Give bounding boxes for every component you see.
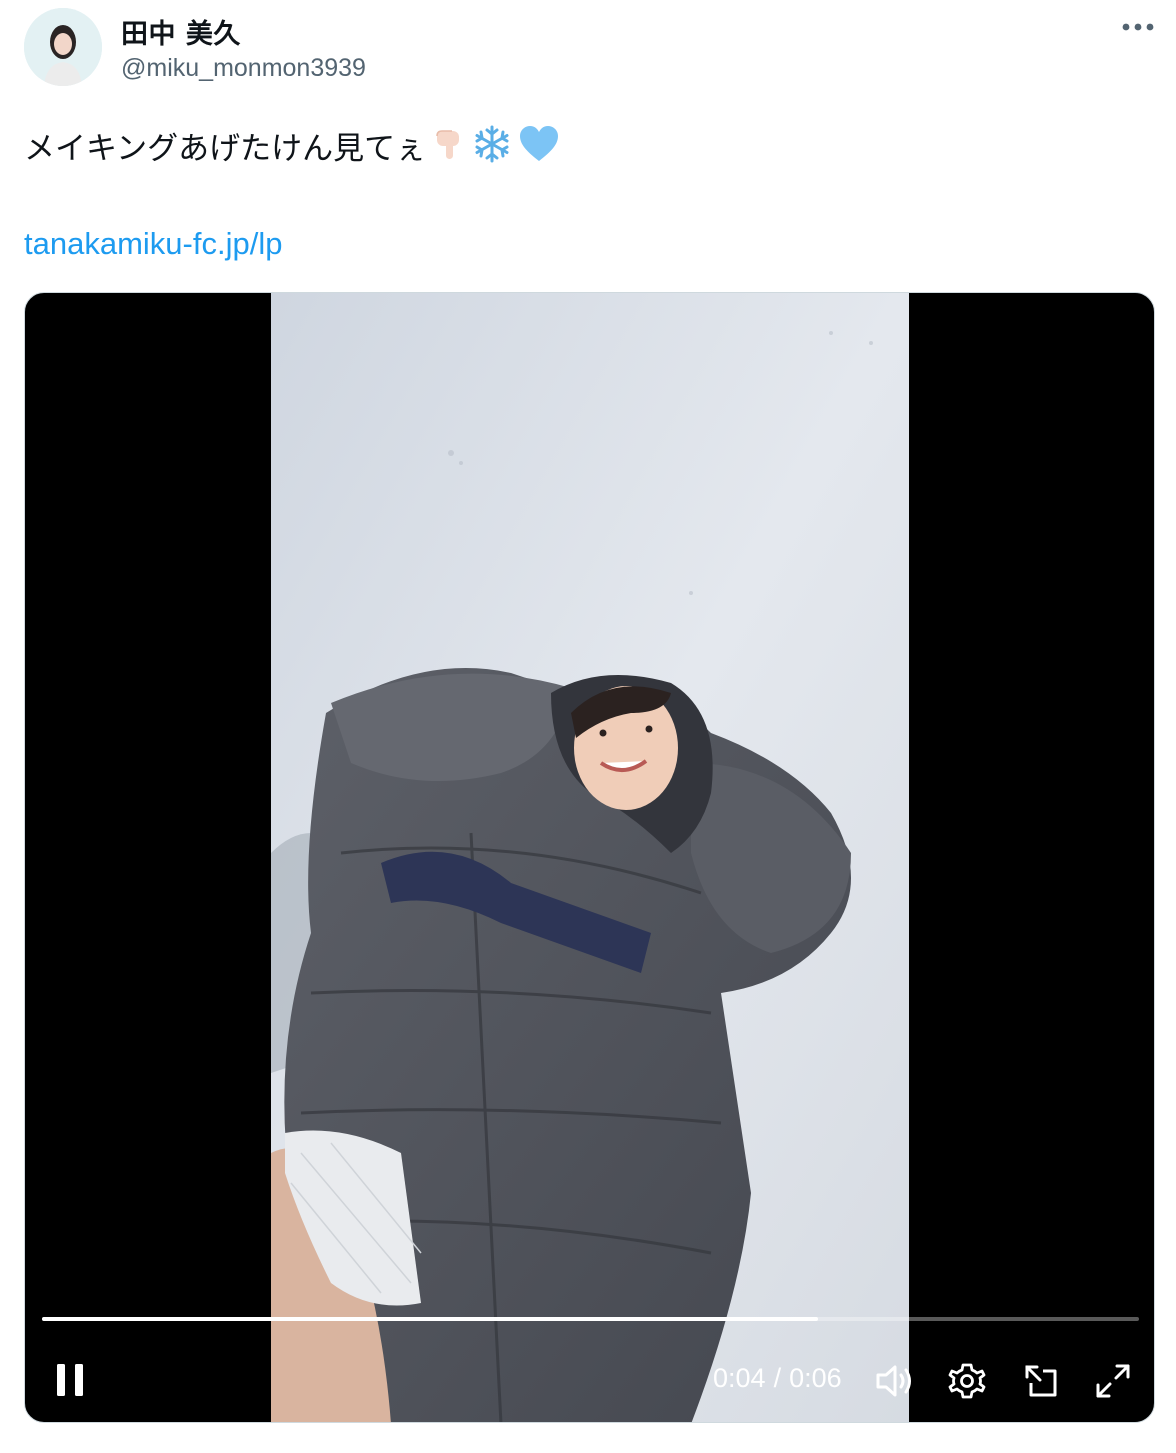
- more-horizontal-icon: [1122, 23, 1154, 31]
- light-blue-heart-icon: [518, 125, 560, 173]
- snowflake-icon: [472, 124, 512, 174]
- tweet-text: メイキングあげたけん見てぇ: [24, 124, 560, 174]
- tweet: 田中 美久 @miku_monmon3939 メイキングあげたけん見てぇ tan…: [0, 0, 1176, 1453]
- settings-button[interactable]: [945, 1359, 989, 1403]
- current-time: 0:04: [713, 1363, 766, 1393]
- time-separator: /: [773, 1363, 782, 1393]
- fullscreen-button[interactable]: [1091, 1359, 1135, 1403]
- backhand-index-pointing-down-icon: [432, 126, 466, 172]
- volume-button[interactable]: [873, 1359, 917, 1403]
- picture-in-picture-button[interactable]: [1019, 1359, 1063, 1403]
- fullscreen-icon: [1096, 1364, 1130, 1398]
- pause-button[interactable]: [49, 1359, 91, 1401]
- user-handle[interactable]: @miku_monmon3939: [121, 54, 366, 83]
- tweet-link[interactable]: tanakamiku-fc.jp/lp: [24, 226, 282, 262]
- display-name[interactable]: 田中 美久: [121, 12, 241, 51]
- avatar[interactable]: [24, 8, 102, 86]
- gear-icon: [948, 1363, 986, 1399]
- video-time-readout: 0:04 / 0:06: [713, 1363, 842, 1394]
- duration: 0:06: [789, 1363, 842, 1393]
- video-progress-fill: [42, 1317, 818, 1321]
- video-progress-bar[interactable]: [42, 1317, 1139, 1321]
- tweet-text-body: メイキングあげたけん見てぇ: [24, 131, 427, 167]
- volume-icon: [876, 1365, 911, 1397]
- video-frame[interactable]: [271, 293, 909, 1422]
- more-options-button[interactable]: [1118, 12, 1158, 42]
- pause-icon: [57, 1364, 83, 1396]
- video-player[interactable]: 0:04 / 0:06: [24, 292, 1155, 1423]
- picture-in-picture-icon: [1025, 1365, 1057, 1397]
